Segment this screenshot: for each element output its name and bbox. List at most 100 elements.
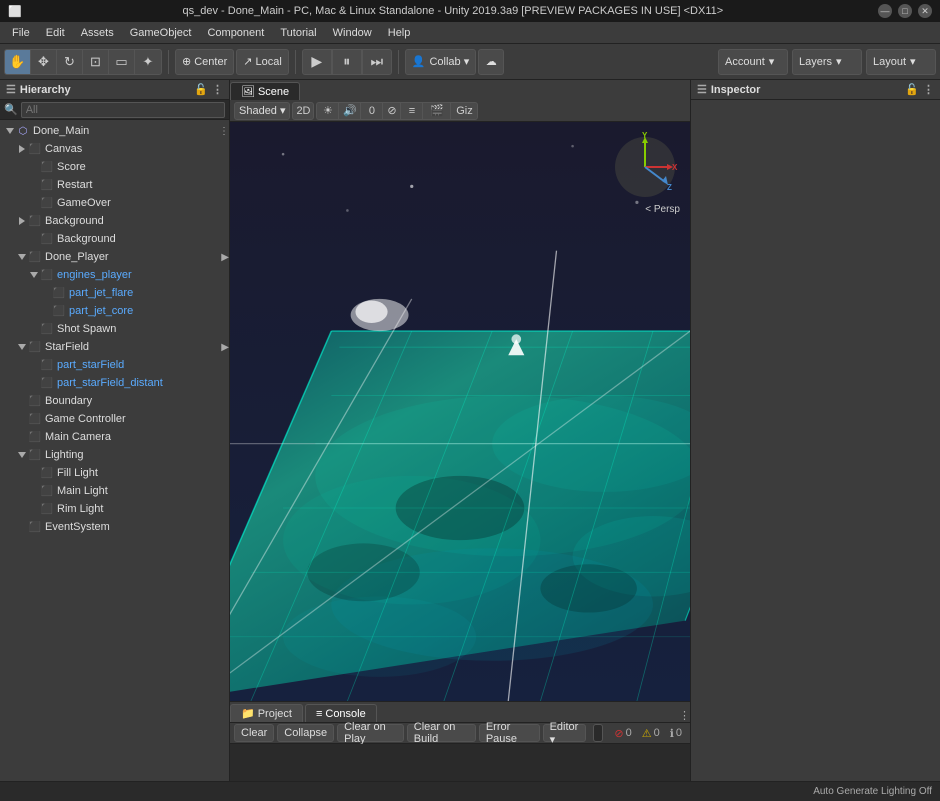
sep1: [168, 50, 169, 74]
console-search-input[interactable]: [593, 724, 603, 742]
tree-item-eventsystem[interactable]: ⬛ EventSystem: [0, 518, 229, 536]
svg-text:X: X: [672, 163, 678, 172]
scene-effects-btn[interactable]: 0: [360, 102, 382, 120]
tree-item-restart[interactable]: ⬛ Restart: [0, 176, 229, 194]
arrow-done-player: [16, 254, 28, 260]
menu-edit[interactable]: Edit: [38, 25, 73, 41]
editor-dropdown-button[interactable]: Editor ▾: [543, 724, 587, 742]
menu-help[interactable]: Help: [380, 25, 419, 41]
arrow-done-main: [4, 128, 16, 134]
menu-tutorial[interactable]: Tutorial: [272, 25, 324, 41]
cloud-button[interactable]: ☁: [478, 49, 504, 75]
menu-assets[interactable]: Assets: [73, 25, 122, 41]
collapse-button[interactable]: Collapse: [277, 724, 334, 742]
tree-item-background-parent[interactable]: ⬛ Background: [0, 212, 229, 230]
minimize-button[interactable]: —: [878, 4, 892, 18]
tree-item-gameover[interactable]: ⬛ GameOver: [0, 194, 229, 212]
menu-window[interactable]: Window: [325, 25, 380, 41]
scene-audio-btn[interactable]: 🔊: [338, 102, 360, 120]
warning-count[interactable]: ⚠ 0: [638, 727, 664, 740]
hierarchy-search-input[interactable]: [21, 102, 225, 118]
tree-item-engines-player[interactable]: ⬛ engines_player: [0, 266, 229, 284]
sep2: [295, 50, 296, 74]
collab-button[interactable]: 👤 Collab ▾: [405, 49, 476, 75]
menu-component[interactable]: Component: [199, 25, 272, 41]
tree-item-part-jet-core[interactable]: ⬛ part_jet_core: [0, 302, 229, 320]
tree-item-score[interactable]: ⬛ Score: [0, 158, 229, 176]
hierarchy-more-icon[interactable]: ⋮: [212, 83, 223, 96]
layout-button[interactable]: Layout ▾: [866, 49, 936, 75]
maximize-button[interactable]: □: [898, 4, 912, 18]
tree-item-background-child[interactable]: ⬛ Background: [0, 230, 229, 248]
tab-project[interactable]: 📁 Project: [230, 704, 303, 722]
tree-item-lighting[interactable]: ⬛ Lighting: [0, 446, 229, 464]
tree-item-main-camera[interactable]: ⬛ Main Camera: [0, 428, 229, 446]
log-count[interactable]: ℹ 0: [666, 727, 686, 740]
scene-options: ☀ 🔊 0 ⊘ ≡ 🎬 Giz: [316, 102, 478, 120]
layers-button[interactable]: Layers ▾: [792, 49, 862, 75]
clear-button[interactable]: Clear: [234, 724, 274, 742]
menu-file[interactable]: File: [4, 25, 38, 41]
account-button[interactable]: Account ▾: [718, 49, 788, 75]
label-score: Score: [57, 161, 86, 173]
pivot-local-label: Local: [255, 56, 281, 68]
cube-icon-boundary: ⬛: [28, 394, 42, 408]
cube-icon-part-jet-core: ⬛: [52, 304, 66, 318]
pivot-local-button[interactable]: ↗ Local: [236, 49, 289, 75]
tab-scene[interactable]: 🖼 Scene: [230, 82, 300, 100]
more-done-player[interactable]: ▶: [221, 252, 229, 263]
scene-skybox-btn[interactable]: ⊘: [382, 102, 400, 120]
pivot-center-button[interactable]: ⊕ Center: [175, 49, 234, 75]
tool-hand[interactable]: ✋: [5, 49, 31, 75]
local-icon: ↗: [243, 55, 252, 68]
tree-item-part-starfield-distant[interactable]: ⬛ part_starField_distant: [0, 374, 229, 392]
play-button[interactable]: ▶: [302, 49, 332, 75]
close-button[interactable]: ✕: [918, 4, 932, 18]
step-button[interactable]: ⏭: [362, 49, 392, 75]
tool-rect[interactable]: ▭: [109, 49, 135, 75]
error-count[interactable]: ⊘ 0: [610, 727, 635, 740]
tree-item-shot-spawn[interactable]: ⬛ Shot Spawn: [0, 320, 229, 338]
scene-grid-btn[interactable]: Giz: [450, 102, 478, 120]
tree-item-part-starfield[interactable]: ⬛ part_starField: [0, 356, 229, 374]
inspector-more-icon[interactable]: ⋮: [923, 83, 934, 96]
clear-on-build-button[interactable]: Clear on Build: [407, 724, 476, 742]
tool-scale[interactable]: ⊡: [83, 49, 109, 75]
scene-tab-label: Scene: [258, 86, 289, 98]
tool-rotate[interactable]: ↻: [57, 49, 83, 75]
more-starfield[interactable]: ▶: [221, 342, 229, 353]
tree-item-rim-light[interactable]: ⬛ Rim Light: [0, 500, 229, 518]
bottom-more-icon[interactable]: ⋮: [679, 709, 690, 722]
scene-lighting-btn[interactable]: ☀: [316, 102, 338, 120]
axis-gizmo[interactable]: Y X Z: [610, 132, 680, 202]
tree-item-fill-light[interactable]: ⬛ Fill Light: [0, 464, 229, 482]
scene-flares-btn[interactable]: 🎬: [422, 102, 450, 120]
tree-item-game-controller[interactable]: ⬛ Game Controller: [0, 410, 229, 428]
label-fill-light: Fill Light: [57, 467, 98, 479]
tree-item-done-player[interactable]: ⬛ Done_Player ▶: [0, 248, 229, 266]
tree-item-boundary[interactable]: ⬛ Boundary: [0, 392, 229, 410]
shading-dropdown[interactable]: Shaded ▾: [234, 102, 290, 120]
tree-item-starfield[interactable]: ⬛ StarField ▶: [0, 338, 229, 356]
tree-item-done-main[interactable]: ⬡ Done_Main ⋮: [0, 122, 229, 140]
tree-item-main-light[interactable]: ⬛ Main Light: [0, 482, 229, 500]
scene-fog-btn[interactable]: ≡: [400, 102, 422, 120]
clear-on-play-button[interactable]: Clear on Play: [337, 724, 404, 742]
tree-item-part-jet-flare[interactable]: ⬛ part_jet_flare: [0, 284, 229, 302]
hierarchy-lock-icon[interactable]: 🔓: [194, 83, 208, 96]
tree-item-canvas[interactable]: ⬛ Canvas: [0, 140, 229, 158]
tool-transform[interactable]: ✦: [135, 49, 161, 75]
menu-gameobject[interactable]: GameObject: [122, 25, 200, 41]
log-count-value: 0: [676, 727, 682, 739]
more-done-main[interactable]: ⋮: [219, 126, 229, 137]
scene-view[interactable]: Y X Z < Persp: [230, 122, 690, 701]
tab-console[interactable]: ≡ Console: [305, 704, 377, 722]
error-pause-button[interactable]: Error Pause: [479, 724, 540, 742]
mode-2d-button[interactable]: 2D: [292, 102, 314, 120]
tool-move[interactable]: ✥: [31, 49, 57, 75]
label-part-starfield-distant: part_starField_distant: [57, 377, 163, 389]
arrow-canvas: [16, 145, 28, 153]
label-engines-player: engines_player: [57, 269, 132, 281]
inspector-lock-icon[interactable]: 🔓: [905, 83, 919, 96]
pause-button[interactable]: ⏸: [332, 49, 362, 75]
